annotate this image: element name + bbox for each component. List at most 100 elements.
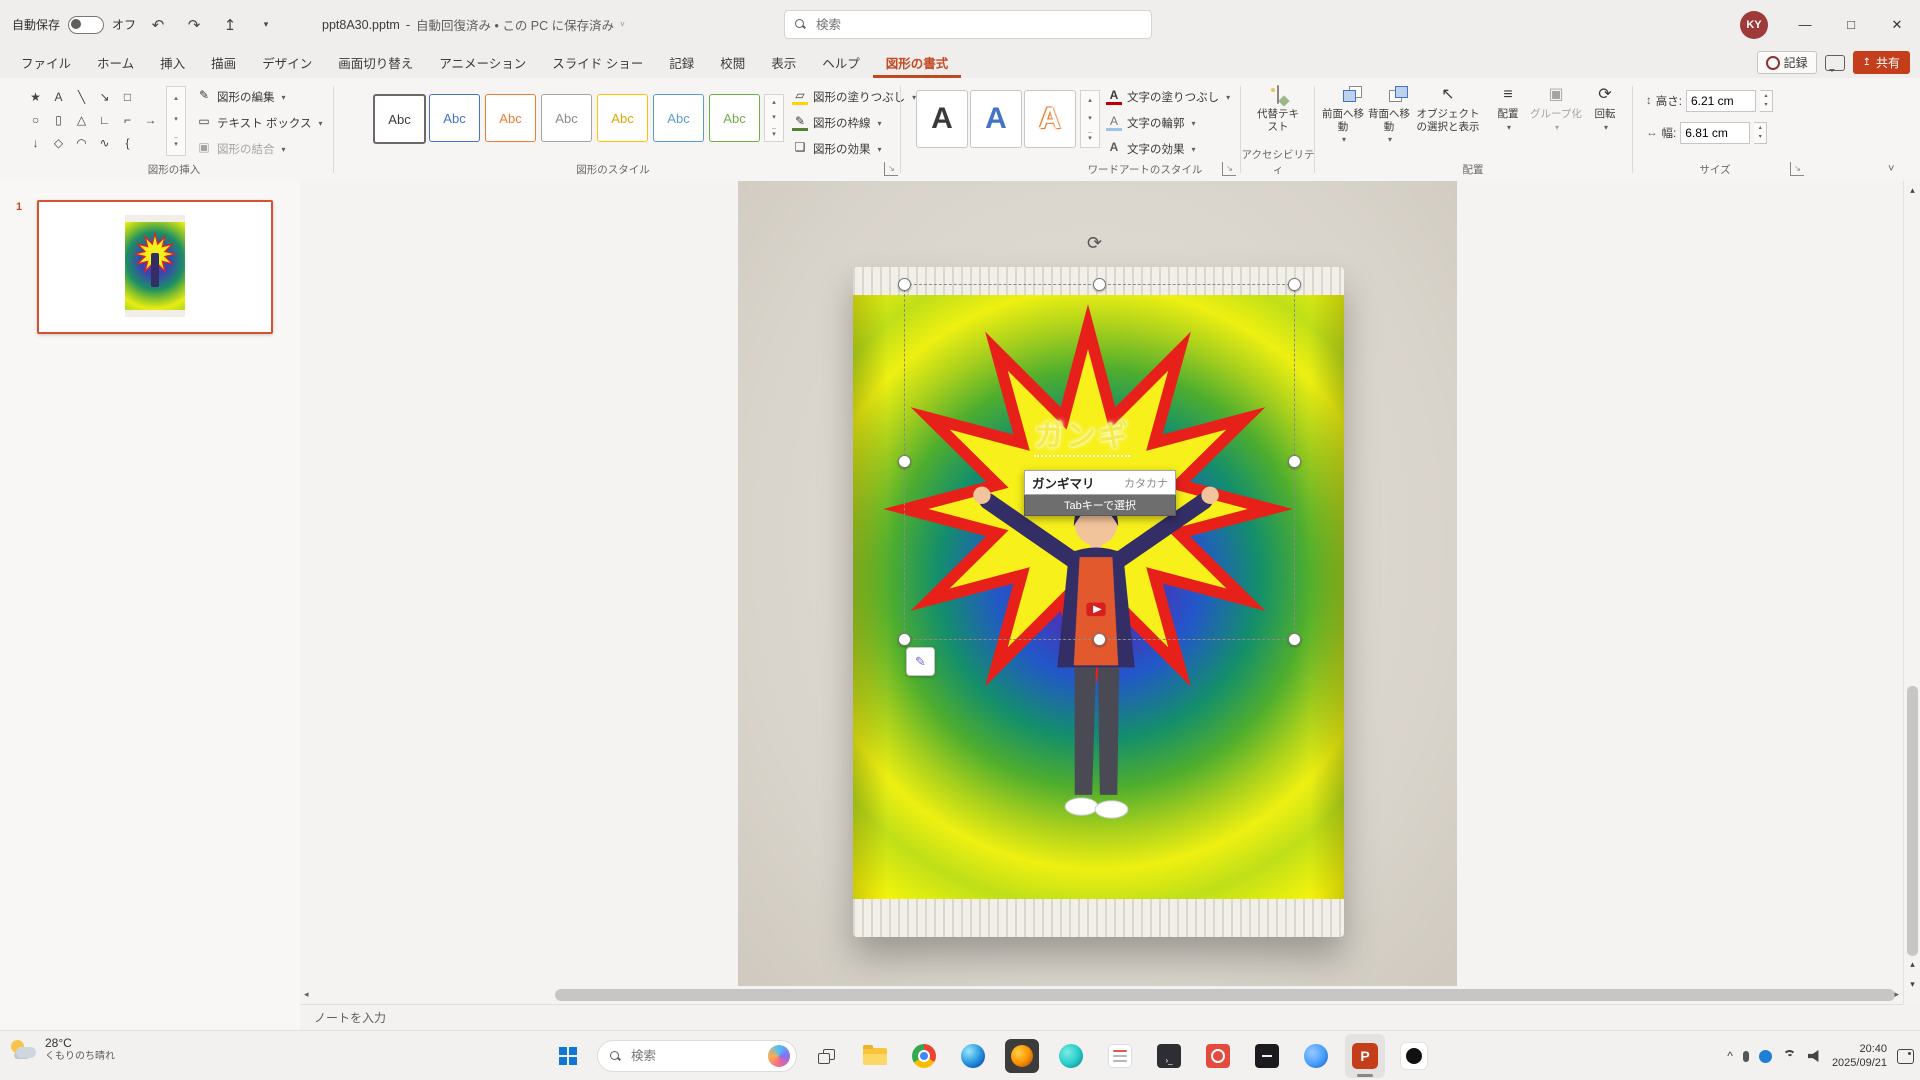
horizontal-scrollbar[interactable]: ◂ ▸ (300, 988, 1903, 1002)
shape-outline-button[interactable]: ✎ 図形の枠線 ▾ (792, 110, 916, 136)
task-view-button[interactable] (806, 1034, 846, 1078)
gallery-up-icon[interactable]: ▴ (174, 94, 178, 102)
wordart-more-button[interactable]: ▴ ▾ ▾ (1080, 90, 1100, 148)
shape-gallery-item[interactable]: ╲ (70, 86, 93, 108)
vertical-scroll-thumb[interactable] (1907, 686, 1918, 956)
shape-gallery-item[interactable]: ◇ (47, 132, 70, 154)
undo-button[interactable]: ↶ (144, 10, 172, 40)
copilot-icon[interactable] (768, 1045, 790, 1067)
gallery-down-icon[interactable]: ▾ (1088, 114, 1092, 122)
notes-placeholder[interactable]: ノートを入力 (314, 1009, 386, 1026)
shape-gallery-item[interactable]: □ (116, 86, 139, 108)
volume-icon[interactable] (1807, 1050, 1819, 1062)
comments-icon[interactable] (1824, 54, 1845, 72)
gallery-more-icon[interactable]: ▾ (772, 127, 776, 138)
alt-text-button[interactable]: 代替テキスト (1248, 85, 1308, 133)
tab-shape-format[interactable]: 図形の書式 (872, 48, 962, 78)
shape-gallery-item[interactable]: ○ (24, 109, 47, 131)
text-effects-button[interactable]: A 文字の効果 ▾ (1106, 136, 1230, 162)
slide-canvas[interactable]: ガンギ ⟳ ガンギマリ カタカナ Tabキーで選択 ✎ ◂ ▸ (300, 181, 1903, 1004)
next-slide-icon[interactable]: ▾ (1904, 979, 1920, 990)
close-button[interactable]: ✕ (1874, 0, 1920, 49)
horizontal-scroll-thumb[interactable] (555, 989, 1895, 1001)
powerpoint-button[interactable]: P (1345, 1034, 1385, 1078)
share-button[interactable]: ↥ 共有 (1852, 51, 1910, 74)
rotate-button[interactable]: ⟳ 回転 ▾ (1584, 86, 1626, 132)
shape-gallery-item[interactable]: ↓ (24, 132, 47, 154)
tab-help[interactable]: ヘルプ (809, 48, 873, 78)
previous-slide-icon[interactable]: ▴ (1904, 959, 1920, 970)
selection-handle-s[interactable] (1093, 633, 1106, 646)
gallery-more-icon[interactable]: ▾ (174, 137, 178, 148)
shape-gallery-item[interactable]: ⌐ (116, 109, 139, 131)
collapse-ribbon-icon[interactable]: ˅ (1888, 163, 1894, 175)
rotation-handle[interactable]: ⟳ (1087, 233, 1102, 254)
tab-home[interactable]: ホーム (84, 48, 147, 78)
bring-forward-button[interactable]: 前面へ移動 ▾ (1320, 86, 1366, 145)
height-stepper[interactable]: ▴ ▾ (1759, 90, 1773, 112)
shape-style-preset-4[interactable]: Abc (541, 94, 592, 142)
gallery-more-icon[interactable]: ▾ (1088, 132, 1092, 142)
taskbar-search-input[interactable] (629, 1048, 760, 1064)
edit-shape-button[interactable]: ✎ 図形の編集 ▾ (196, 84, 323, 110)
gallery-up-icon[interactable]: ▴ (772, 98, 776, 106)
blue-app-button[interactable] (1296, 1034, 1336, 1078)
minimize-button[interactable]: — (1782, 0, 1828, 49)
shape-style-preset-3[interactable]: Abc (485, 94, 536, 142)
tray-overflow-icon[interactable]: ^ (1727, 1049, 1733, 1063)
edge-button[interactable] (953, 1034, 993, 1078)
selection-handle-e[interactable] (1288, 455, 1301, 468)
bluetooth-device-icon[interactable] (1758, 1049, 1772, 1063)
taskbar-search[interactable] (597, 1040, 797, 1072)
shape-effects-button[interactable]: ❏ 図形の効果 ▾ (792, 136, 916, 162)
width-stepper[interactable]: ▴ ▾ (1754, 122, 1768, 144)
notes-app-button[interactable] (1100, 1034, 1140, 1078)
slide-thumbnail[interactable] (37, 200, 273, 334)
text-box-button[interactable]: ▭ テキスト ボックス ▾ (196, 110, 322, 136)
search-input[interactable] (814, 16, 1141, 33)
ide-app-button[interactable] (1247, 1034, 1287, 1078)
selection-handle-w[interactable] (898, 455, 911, 468)
redo-button[interactable]: ↷ (180, 10, 208, 40)
shape-styles-dialog-launcher[interactable]: ↘ (884, 162, 898, 176)
shape-styles-more-button[interactable]: ▴ ▾ ▾ (764, 94, 784, 142)
selection-handle-n[interactable] (1093, 278, 1106, 291)
shape-gallery-item[interactable]: ↘ (93, 86, 116, 108)
text-fill-button[interactable]: A 文字の塗りつぶし ▾ (1106, 84, 1230, 110)
tab-draw[interactable]: 描画 (198, 48, 249, 78)
shape-style-preset-1[interactable]: Abc (373, 94, 426, 144)
wifi-icon[interactable] (1782, 1049, 1798, 1063)
wordart-preset-1[interactable]: A (916, 90, 968, 148)
selection-handle-sw[interactable] (898, 633, 911, 646)
weather-widget[interactable]: 28°C くもりのち晴れ (10, 1036, 115, 1064)
teal-app-button[interactable] (1051, 1034, 1091, 1078)
maximize-button[interactable]: □ (1828, 0, 1874, 49)
wordart-preset-3[interactable]: A (1024, 90, 1076, 148)
record-button[interactable]: 記録 (1756, 51, 1817, 74)
shape-gallery-item[interactable]: { (116, 132, 139, 154)
selection-handle-se[interactable] (1288, 633, 1301, 646)
gallery-up-icon[interactable]: ▴ (1088, 96, 1092, 104)
file-status[interactable]: 自動回復済み • この PC に保存済み (416, 15, 614, 34)
shape-style-preset-6[interactable]: Abc (653, 94, 704, 142)
shape-gallery-item[interactable]: A (47, 86, 70, 108)
ribbon-search-box[interactable] (784, 10, 1152, 39)
tab-insert[interactable]: 挿入 (147, 48, 198, 78)
tab-review[interactable]: 校閲 (707, 48, 758, 78)
shape-style-preset-5[interactable]: Abc (597, 94, 648, 142)
tab-view[interactable]: 表示 (758, 48, 809, 78)
autosave-toggle[interactable] (68, 15, 105, 34)
notes-pane[interactable]: ノートを入力 (300, 1004, 1903, 1030)
shape-gallery-item[interactable]: ∟ (93, 109, 116, 131)
selection-rectangle[interactable] (904, 284, 1295, 640)
tab-record[interactable]: 記録 (656, 48, 707, 78)
scroll-up-icon[interactable]: ▴ (1904, 185, 1920, 196)
tab-design[interactable]: デザイン (249, 48, 325, 78)
gallery-down-icon[interactable]: ▾ (772, 113, 776, 121)
selection-pane-button[interactable]: ↖ オブジェクトの選択と表示 (1412, 86, 1484, 133)
send-backward-button[interactable]: 背面へ移動 ▾ (1366, 86, 1412, 145)
tab-transitions[interactable]: 画面切り替え (325, 48, 426, 78)
shape-height-input[interactable] (1685, 90, 1756, 112)
shape-style-preset-7[interactable]: Abc (709, 94, 760, 142)
save-icon[interactable]: ↥ (216, 10, 244, 40)
